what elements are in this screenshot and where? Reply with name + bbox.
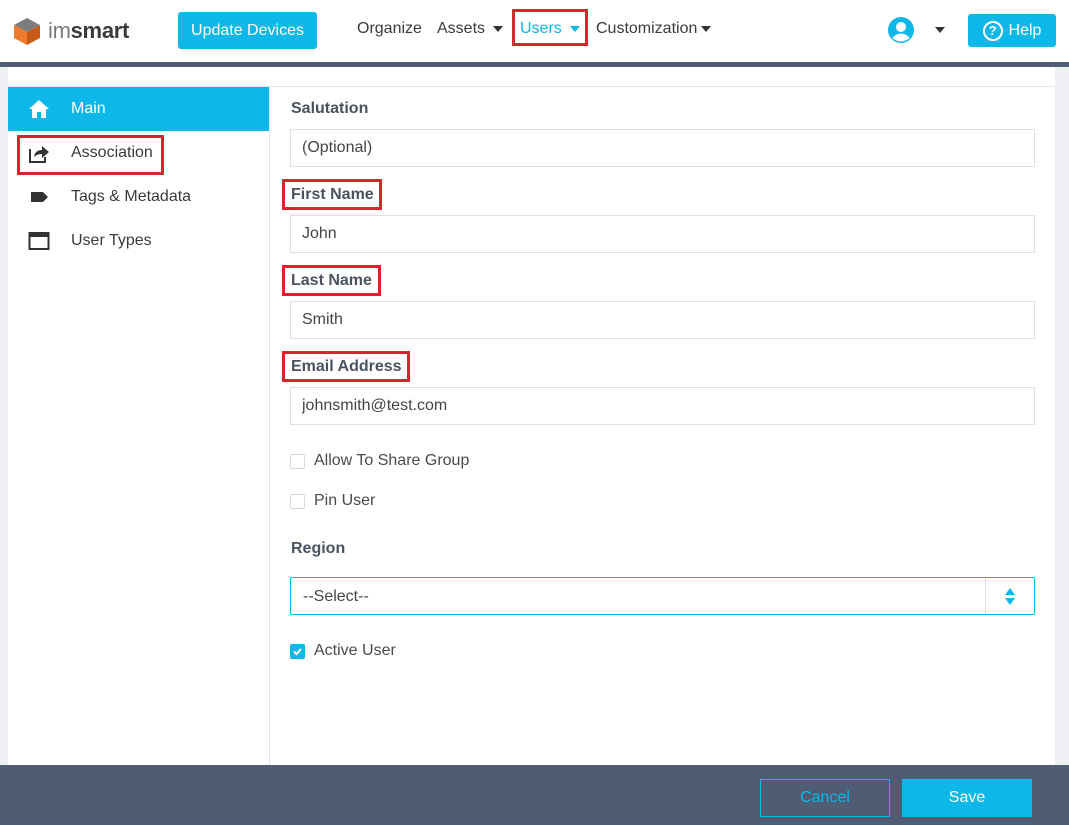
update-devices-button[interactable]: Update Devices xyxy=(178,12,317,49)
email-label: Email Address xyxy=(291,358,402,375)
sidebar-item-user-types[interactable]: User Types xyxy=(8,219,269,263)
sidebar-item-main[interactable]: Main xyxy=(8,87,269,131)
first-name-input[interactable] xyxy=(290,215,1035,253)
chevron-down-icon xyxy=(701,26,712,32)
nav-assets[interactable]: Assets xyxy=(437,20,504,38)
chevron-down-icon xyxy=(493,26,504,32)
allow-share-group-checkbox[interactable] xyxy=(290,453,305,469)
imsmart-logo[interactable]: imsmart xyxy=(12,16,129,46)
email-input[interactable] xyxy=(290,387,1035,425)
nav-users[interactable]: Users xyxy=(520,20,580,38)
active-user-checkbox-row[interactable]: Active User xyxy=(290,642,396,660)
nav-customization[interactable]: Customization xyxy=(596,20,712,38)
chevron-down-icon xyxy=(569,26,580,32)
top-navbar: imsmart Update Devices Organize Assets U… xyxy=(0,0,1069,62)
checkmark-icon xyxy=(293,647,302,655)
region-selected-value: --Select-- xyxy=(303,588,369,605)
user-avatar-icon[interactable] xyxy=(887,16,915,44)
pin-user-checkbox-row[interactable]: Pin User xyxy=(290,492,375,510)
avatar-chevron-down-icon[interactable] xyxy=(935,27,945,33)
last-name-input[interactable] xyxy=(290,301,1035,339)
first-name-label: First Name xyxy=(291,186,374,203)
sidebar: Main Association Tags & Metadata User Ty… xyxy=(8,87,270,765)
salutation-input[interactable] xyxy=(290,129,1035,167)
share-icon xyxy=(29,146,49,163)
tag-icon xyxy=(31,192,48,202)
select-arrows-icon[interactable] xyxy=(985,578,1034,614)
sidebar-item-association[interactable]: Association xyxy=(8,131,269,175)
region-label: Region xyxy=(291,540,346,557)
active-user-checkbox[interactable] xyxy=(290,643,305,659)
window-icon xyxy=(28,232,50,250)
nav-organize[interactable]: Organize xyxy=(357,20,422,38)
allow-share-group-checkbox-row[interactable]: Allow To Share Group xyxy=(290,452,469,470)
home-icon xyxy=(29,100,49,118)
cube-logo-icon xyxy=(14,18,40,45)
last-name-label: Last Name xyxy=(291,272,372,289)
question-icon: ? xyxy=(982,20,1003,41)
logo-text: imsmart xyxy=(48,18,130,43)
salutation-label: Salutation xyxy=(291,100,369,117)
sidebar-item-tags-metadata[interactable]: Tags & Metadata xyxy=(8,175,269,219)
save-button[interactable]: Save xyxy=(902,779,1032,817)
footer-bar: Cancel Save xyxy=(0,765,1069,825)
cancel-button[interactable]: Cancel xyxy=(760,779,890,817)
region-select[interactable]: --Select-- xyxy=(290,577,1035,615)
pin-user-checkbox[interactable] xyxy=(290,493,305,509)
help-button[interactable]: ? Help xyxy=(968,14,1056,47)
